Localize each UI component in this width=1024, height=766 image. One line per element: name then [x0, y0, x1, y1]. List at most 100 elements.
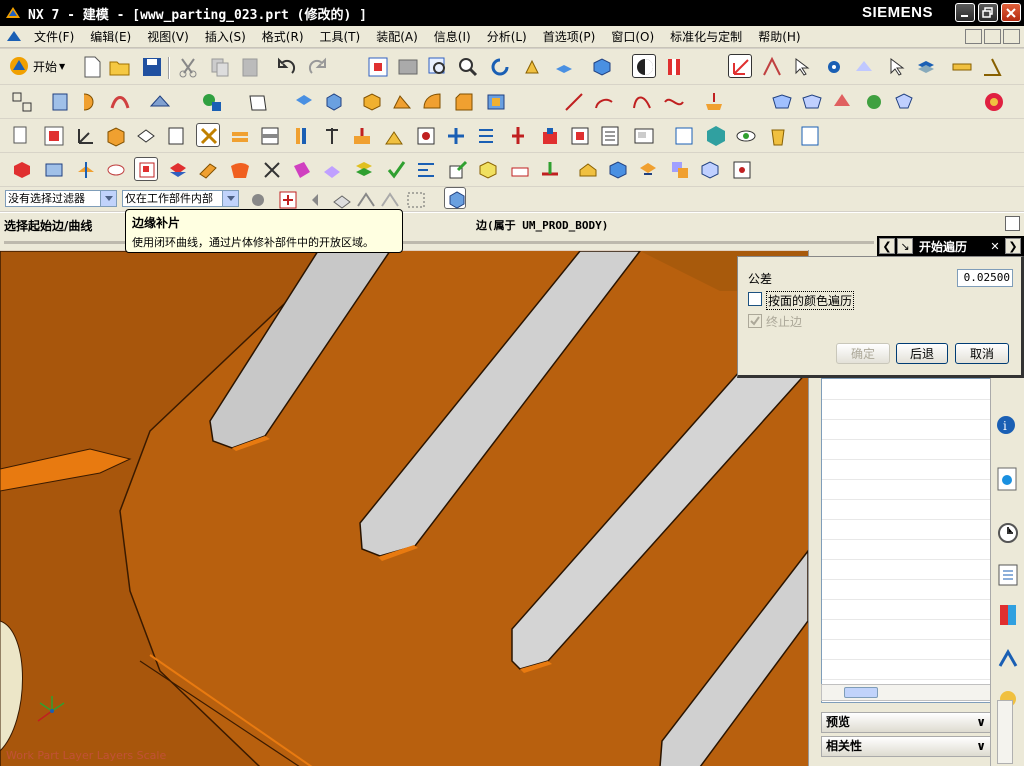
select-icon[interactable]	[790, 55, 814, 79]
cut-icon[interactable]	[176, 55, 200, 79]
face-color-checkbox[interactable]	[748, 292, 762, 306]
doc-restore-button[interactable]	[984, 29, 1001, 44]
tolerance-input[interactable]: 0.02500	[957, 269, 1013, 287]
mold-layout-icon[interactable]	[730, 158, 754, 182]
box-split-icon[interactable]	[42, 158, 66, 182]
delete-files-icon[interactable]	[766, 124, 790, 148]
mold-wizard-icon[interactable]	[982, 90, 1006, 114]
arc-icon[interactable]	[592, 90, 616, 114]
edge-patch-icon[interactable]	[134, 157, 158, 181]
standard-part-icon[interactable]	[290, 124, 314, 148]
undo-select-icon[interactable]	[306, 188, 326, 208]
measure-angle-icon[interactable]	[980, 55, 1004, 79]
menu-preferences[interactable]: 首选项(P)	[535, 28, 604, 45]
backup-parting-icon[interactable]	[668, 158, 692, 182]
surface-patch-icon[interactable]	[166, 158, 190, 182]
spline-icon[interactable]	[630, 90, 654, 114]
core-block-icon[interactable]	[508, 158, 532, 182]
project-curve-icon[interactable]	[702, 90, 726, 114]
datum-icon[interactable]	[200, 90, 224, 114]
check-region-icon[interactable]	[384, 158, 408, 182]
blend-icon[interactable]	[420, 90, 444, 114]
block-icon[interactable]	[292, 90, 316, 114]
divide-face-icon[interactable]	[74, 158, 98, 182]
trim-region-icon[interactable]	[320, 158, 344, 182]
pan-icon[interactable]	[520, 55, 544, 79]
sweep-icon[interactable]	[108, 90, 132, 114]
history-icon[interactable]	[995, 520, 1021, 546]
extrude-icon[interactable]	[48, 90, 72, 114]
revolve-icon[interactable]	[78, 90, 102, 114]
menu-tools[interactable]: 工具(T)	[312, 28, 369, 45]
rotate-icon[interactable]	[488, 55, 512, 79]
menu-customize[interactable]: 标准化与定制	[662, 28, 750, 45]
cylinder-icon[interactable]	[322, 90, 346, 114]
system-materials-icon[interactable]	[995, 562, 1021, 588]
menu-information[interactable]: 信息(I)	[426, 28, 479, 45]
zoom-box-icon[interactable]	[396, 55, 420, 79]
open-folder-icon[interactable]	[108, 55, 132, 79]
chevron-left-icon[interactable]: ❮	[879, 238, 895, 254]
mold-tools-icon[interactable]	[196, 123, 220, 147]
restore-button[interactable]	[978, 3, 998, 22]
gate-icon[interactable]	[414, 124, 438, 148]
copy-icon[interactable]	[208, 55, 232, 79]
mold-hex-icon[interactable]	[704, 124, 728, 148]
menu-window[interactable]: 窗口(O)	[603, 28, 662, 45]
cancel-button[interactable]: 取消	[955, 343, 1009, 364]
define-region-icon[interactable]	[446, 158, 470, 182]
web-browser-icon[interactable]	[995, 466, 1021, 492]
expand-cue-button[interactable]	[1005, 216, 1020, 231]
menu-assembly[interactable]: 装配(A)	[368, 28, 426, 45]
define-cavity-icon[interactable]	[606, 158, 630, 182]
sew-icon[interactable]	[862, 90, 886, 114]
shrinkage-icon[interactable]	[104, 124, 128, 148]
select-edge-icon[interactable]	[378, 188, 399, 208]
boolean-subtract-icon[interactable]	[390, 90, 414, 114]
pocket-icon[interactable]	[568, 124, 592, 148]
new-file-icon[interactable]	[80, 55, 104, 79]
orient-view-icon[interactable]	[632, 54, 656, 78]
chamfer-icon[interactable]	[452, 90, 476, 114]
offset-surface-icon[interactable]	[830, 90, 854, 114]
wcs-icon[interactable]	[728, 54, 752, 78]
doc-minimize-button[interactable]	[965, 29, 982, 44]
zoom-icon[interactable]	[456, 55, 480, 79]
hole-table-icon[interactable]	[672, 124, 696, 148]
perspective-icon[interactable]	[552, 55, 576, 79]
zoom-window-icon[interactable]	[426, 55, 450, 79]
measure-distance-icon[interactable]	[950, 55, 974, 79]
parting-navigator-icon[interactable]	[698, 158, 722, 182]
parting-line-icon[interactable]	[538, 158, 562, 182]
menu-format[interactable]: 格式(R)	[254, 28, 312, 45]
save-icon[interactable]	[140, 55, 164, 79]
project-init-icon[interactable]	[42, 124, 66, 148]
mold-csys-icon[interactable]	[74, 124, 98, 148]
mold-base-icon[interactable]	[258, 124, 282, 148]
existing-surface-icon[interactable]	[228, 158, 252, 182]
fit-view-icon[interactable]	[366, 55, 390, 79]
shell-icon[interactable]	[484, 90, 508, 114]
dialog-close-icon[interactable]: ✕	[987, 238, 1003, 254]
enlarge-surface-icon[interactable]	[352, 158, 376, 182]
navigator-hscroll[interactable]	[821, 684, 991, 701]
redo-icon[interactable]	[306, 55, 330, 79]
menu-view[interactable]: 视图(V)	[139, 28, 197, 45]
blank-icon[interactable]	[852, 55, 876, 79]
workpiece-icon[interactable]	[134, 124, 158, 148]
info-icon[interactable]: i	[995, 412, 1021, 438]
plane-icon[interactable]	[246, 90, 270, 114]
collapse-arrow-icon[interactable]: ↘	[897, 238, 913, 254]
doc-close-button[interactable]	[1003, 29, 1020, 44]
graphics-window[interactable]: Work Part Layer Layers Scale	[0, 250, 808, 766]
surface-icon[interactable]	[148, 90, 172, 114]
curve-intersect-icon[interactable]	[662, 90, 686, 114]
menu-insert[interactable]: 插入(S)	[197, 28, 254, 45]
ejector-pin-icon[interactable]	[320, 124, 344, 148]
layout-icon[interactable]	[164, 124, 188, 148]
rectangle-select-icon[interactable]	[404, 188, 425, 208]
layer-icon[interactable]	[914, 55, 938, 79]
parting-manager-icon[interactable]	[228, 124, 252, 148]
undo-icon[interactable]	[274, 55, 298, 79]
scope-filter-dropdown[interactable]: 仅在工作部件内部	[122, 190, 239, 207]
